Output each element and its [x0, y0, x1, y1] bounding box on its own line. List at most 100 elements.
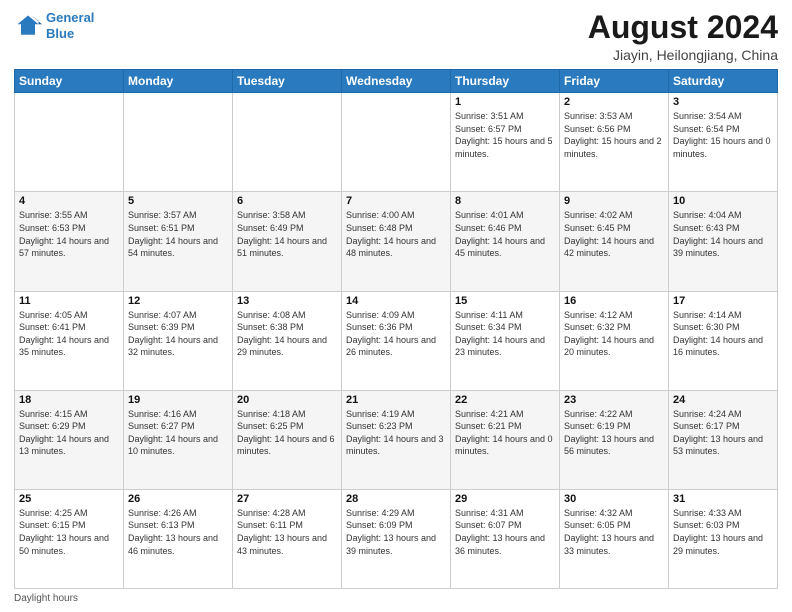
day-number: 13	[237, 295, 337, 307]
day-number: 21	[346, 394, 446, 406]
calendar-week-row: 11Sunrise: 4:05 AM Sunset: 6:41 PM Dayli…	[15, 291, 778, 390]
day-number: 18	[19, 394, 119, 406]
day-number: 4	[19, 195, 119, 207]
day-info: Sunrise: 4:07 AM Sunset: 6:39 PM Dayligh…	[128, 309, 228, 359]
calendar-cell	[233, 93, 342, 192]
day-info: Sunrise: 3:57 AM Sunset: 6:51 PM Dayligh…	[128, 209, 228, 259]
day-number: 6	[237, 195, 337, 207]
header-wednesday: Wednesday	[342, 70, 451, 93]
calendar-cell: 9Sunrise: 4:02 AM Sunset: 6:45 PM Daylig…	[560, 192, 669, 291]
header-friday: Friday	[560, 70, 669, 93]
calendar-cell: 4Sunrise: 3:55 AM Sunset: 6:53 PM Daylig…	[15, 192, 124, 291]
main-title: August 2024	[588, 10, 778, 45]
calendar-cell: 17Sunrise: 4:14 AM Sunset: 6:30 PM Dayli…	[669, 291, 778, 390]
calendar-cell: 29Sunrise: 4:31 AM Sunset: 6:07 PM Dayli…	[451, 489, 560, 588]
day-info: Sunrise: 4:15 AM Sunset: 6:29 PM Dayligh…	[19, 408, 119, 458]
calendar-cell: 3 Sunrise: 3:54 AM Sunset: 6:54 PM Daylig…	[669, 93, 778, 192]
day-number: 24	[673, 394, 773, 406]
calendar-week-row: 25 Sunrise: 4:25 AM Sunset: 6:15 PM Dayli…	[15, 489, 778, 588]
calendar-cell: 25 Sunrise: 4:25 AM Sunset: 6:15 PM Dayli…	[15, 489, 124, 588]
calendar-cell	[342, 93, 451, 192]
day-number: 17	[673, 295, 773, 307]
day-number: 5	[128, 195, 228, 207]
calendar-cell: 11Sunrise: 4:05 AM Sunset: 6:41 PM Dayli…	[15, 291, 124, 390]
day-number: 2	[564, 96, 664, 108]
day-number: 8	[455, 195, 555, 207]
calendar-week-row: 4Sunrise: 3:55 AM Sunset: 6:53 PM Daylig…	[15, 192, 778, 291]
day-number: 22	[455, 394, 555, 406]
day-info: Sunrise: 4:32 AM Sunset: 6:05 PM Dayligh…	[564, 507, 664, 557]
subtitle: Jiayin, Heilongjiang, China	[588, 47, 778, 63]
calendar-week-row: 18 Sunrise: 4:15 AM Sunset: 6:29 PM Dayli…	[15, 390, 778, 489]
day-info: Sunrise: 4:12 AM Sunset: 6:32 PM Dayligh…	[564, 309, 664, 359]
footer-note: Daylight hours	[14, 593, 778, 604]
day-number: 15	[455, 295, 555, 307]
calendar-cell: 28Sunrise: 4:29 AM Sunset: 6:09 PM Dayli…	[342, 489, 451, 588]
calendar-table: Sunday Monday Tuesday Wednesday Thursday…	[14, 69, 778, 589]
calendar-cell: 24Sunrise: 4:24 AM Sunset: 6:17 PM Dayli…	[669, 390, 778, 489]
day-info: Sunrise: 4:25 AM Sunset: 6:15 PM Dayligh…	[19, 507, 119, 557]
day-info: Sunrise: 4:05 AM Sunset: 6:41 PM Dayligh…	[19, 309, 119, 359]
calendar-cell	[124, 93, 233, 192]
day-number: 14	[346, 295, 446, 307]
calendar-cell: 16Sunrise: 4:12 AM Sunset: 6:32 PM Dayli…	[560, 291, 669, 390]
header-saturday: Saturday	[669, 70, 778, 93]
calendar-cell: 2 Sunrise: 3:53 AM Sunset: 6:56 PM Daylig…	[560, 93, 669, 192]
calendar-cell: 26Sunrise: 4:26 AM Sunset: 6:13 PM Dayli…	[124, 489, 233, 588]
day-number: 23	[564, 394, 664, 406]
day-number: 25	[19, 493, 119, 505]
day-info: Sunrise: 3:53 AM Sunset: 6:56 PM Dayligh…	[564, 110, 664, 160]
day-info: Sunrise: 4:04 AM Sunset: 6:43 PM Dayligh…	[673, 209, 773, 259]
day-info: Sunrise: 4:16 AM Sunset: 6:27 PM Dayligh…	[128, 408, 228, 458]
calendar-week-row: 1Sunrise: 3:51 AM Sunset: 6:57 PM Daylig…	[15, 93, 778, 192]
header-monday: Monday	[124, 70, 233, 93]
calendar-cell: 30 Sunrise: 4:32 AM Sunset: 6:05 PM Dayli…	[560, 489, 669, 588]
header: General Blue August 2024 Jiayin, Heilong…	[14, 10, 778, 63]
header-tuesday: Tuesday	[233, 70, 342, 93]
day-info: Sunrise: 4:00 AM Sunset: 6:48 PM Dayligh…	[346, 209, 446, 259]
calendar-header-row: Sunday Monday Tuesday Wednesday Thursday…	[15, 70, 778, 93]
calendar-cell: 22Sunrise: 4:21 AM Sunset: 6:21 PM Dayli…	[451, 390, 560, 489]
day-number: 30	[564, 493, 664, 505]
day-info: Sunrise: 4:01 AM Sunset: 6:46 PM Dayligh…	[455, 209, 555, 259]
day-number: 1	[455, 96, 555, 108]
day-info: Sunrise: 4:19 AM Sunset: 6:23 PM Dayligh…	[346, 408, 446, 458]
day-info: Sunrise: 3:54 AM Sunset: 6:54 PM Dayligh…	[673, 110, 773, 160]
day-info: Sunrise: 4:22 AM Sunset: 6:19 PM Dayligh…	[564, 408, 664, 458]
calendar-cell: 31 Sunrise: 4:33 AM Sunset: 6:03 PM Dayli…	[669, 489, 778, 588]
day-info: Sunrise: 4:26 AM Sunset: 6:13 PM Dayligh…	[128, 507, 228, 557]
calendar-cell: 7Sunrise: 4:00 AM Sunset: 6:48 PM Daylig…	[342, 192, 451, 291]
calendar-cell: 18 Sunrise: 4:15 AM Sunset: 6:29 PM Dayli…	[15, 390, 124, 489]
page: General Blue August 2024 Jiayin, Heilong…	[0, 0, 792, 612]
calendar-cell: 10Sunrise: 4:04 AM Sunset: 6:43 PM Dayli…	[669, 192, 778, 291]
day-number: 29	[455, 493, 555, 505]
day-info: Sunrise: 4:18 AM Sunset: 6:25 PM Dayligh…	[237, 408, 337, 458]
logo-line2: Blue	[46, 26, 74, 41]
day-number: 9	[564, 195, 664, 207]
calendar-cell: 20 Sunrise: 4:18 AM Sunset: 6:25 PM Dayli…	[233, 390, 342, 489]
day-number: 3	[673, 96, 773, 108]
title-block: August 2024 Jiayin, Heilongjiang, China	[588, 10, 778, 63]
day-info: Sunrise: 4:33 AM Sunset: 6:03 PM Dayligh…	[673, 507, 773, 557]
calendar-cell: 23 Sunrise: 4:22 AM Sunset: 6:19 PM Dayli…	[560, 390, 669, 489]
calendar-cell: 8 Sunrise: 4:01 AM Sunset: 6:46 PM Daylig…	[451, 192, 560, 291]
day-number: 19	[128, 394, 228, 406]
header-sunday: Sunday	[15, 70, 124, 93]
calendar-cell: 19 Sunrise: 4:16 AM Sunset: 6:27 PM Dayli…	[124, 390, 233, 489]
logo-text: General Blue	[46, 10, 94, 41]
logo: General Blue	[14, 10, 94, 41]
day-number: 27	[237, 493, 337, 505]
logo-icon	[14, 12, 42, 40]
day-number: 20	[237, 394, 337, 406]
calendar-cell	[15, 93, 124, 192]
day-info: Sunrise: 4:28 AM Sunset: 6:11 PM Dayligh…	[237, 507, 337, 557]
day-number: 12	[128, 295, 228, 307]
calendar-cell: 27 Sunrise: 4:28 AM Sunset: 6:11 PM Dayli…	[233, 489, 342, 588]
day-number: 31	[673, 493, 773, 505]
calendar-cell: 12 Sunrise: 4:07 AM Sunset: 6:39 PM Dayli…	[124, 291, 233, 390]
calendar-cell: 15Sunrise: 4:11 AM Sunset: 6:34 PM Dayli…	[451, 291, 560, 390]
day-info: Sunrise: 4:29 AM Sunset: 6:09 PM Dayligh…	[346, 507, 446, 557]
calendar-cell: 6Sunrise: 3:58 AM Sunset: 6:49 PM Daylig…	[233, 192, 342, 291]
calendar-cell: 1Sunrise: 3:51 AM Sunset: 6:57 PM Daylig…	[451, 93, 560, 192]
calendar-cell: 21 Sunrise: 4:19 AM Sunset: 6:23 PM Dayli…	[342, 390, 451, 489]
